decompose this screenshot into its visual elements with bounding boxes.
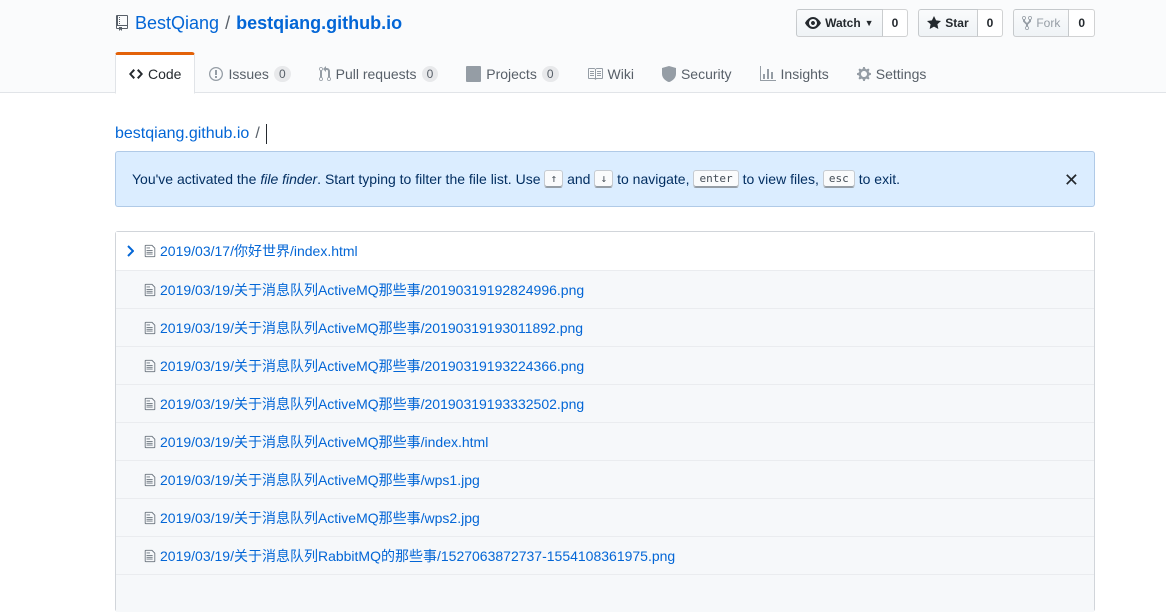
chevron-right-icon xyxy=(116,245,144,257)
key-esc: esc xyxy=(822,170,855,188)
repo-separator: / xyxy=(225,12,231,33)
notice-and: and xyxy=(567,171,591,187)
tab-settings[interactable]: Settings xyxy=(843,52,941,93)
caret-down-icon: ▼ xyxy=(864,18,874,28)
code-icon xyxy=(129,69,143,79)
file-icon xyxy=(144,283,160,297)
project-icon xyxy=(466,65,482,82)
list-item[interactable]: 2019/03/19/关于消息队列ActiveMQ那些事/20190319193… xyxy=(116,346,1094,384)
repo-title: BestQiang / bestqiang.github.io xyxy=(115,11,402,35)
pull-request-icon xyxy=(318,65,331,81)
file-icon xyxy=(144,321,160,335)
list-item[interactable]: 2019/03/19/关于消息队列ActiveMQ那些事/20190319192… xyxy=(116,270,1094,308)
tab-projects-label: Projects xyxy=(486,65,537,82)
list-item[interactable]: 2019/03/17/你好世界/index.html xyxy=(116,232,1094,270)
tab-pull-requests-counter: 0 xyxy=(421,65,439,82)
watch-count[interactable]: 0 xyxy=(882,9,909,37)
file-icon xyxy=(144,359,160,373)
file-icon xyxy=(144,397,160,411)
issue-icon xyxy=(209,66,224,81)
watch-label: Watch xyxy=(825,16,861,30)
key-up: ↑ xyxy=(544,170,564,188)
fork-label: Fork xyxy=(1036,16,1061,30)
file-finder-notice: You've activated the file finder . Start… xyxy=(115,151,1095,207)
notice-file-finder-emphasis: file finder xyxy=(260,171,318,187)
repo-tabs: Code Issues 0 Pull requests 0 Projects 0… xyxy=(115,52,941,94)
notice-text-1: You've activated the xyxy=(132,171,257,187)
tab-settings-label: Settings xyxy=(875,65,927,82)
tab-insights[interactable]: Insights xyxy=(746,52,843,93)
breadcrumb: bestqiang.github.io / xyxy=(115,124,267,144)
file-link[interactable]: 2019/03/19/关于消息队列RabbitMQ的那些事/1527063872… xyxy=(160,546,675,566)
file-link[interactable]: 2019/03/19/关于消息队列ActiveMQ那些事/20190319193… xyxy=(160,394,584,414)
breadcrumb-slash: / xyxy=(255,125,260,142)
star-button[interactable]: Star xyxy=(918,9,978,37)
repo-owner-link[interactable]: BestQiang xyxy=(135,13,219,34)
list-item[interactable]: 2019/03/19/关于消息队列ActiveMQ那些事/wps1.jpg xyxy=(116,460,1094,498)
gear-icon xyxy=(856,66,871,81)
key-enter: enter xyxy=(693,170,739,188)
list-item[interactable]: 2019/03/19/关于消息队列ActiveMQ那些事/index.html xyxy=(116,422,1094,460)
tab-issues-label: Issues xyxy=(228,65,269,82)
list-item[interactable]: 2019/03/19/关于消息队列ActiveMQ那些事/20190319193… xyxy=(116,384,1094,422)
tab-code[interactable]: Code xyxy=(115,52,196,94)
file-link[interactable]: 2019/03/19/关于消息队列ActiveMQ那些事/20190319193… xyxy=(160,318,583,338)
star-group: Star 0 xyxy=(918,9,1004,37)
tab-security-label: Security xyxy=(680,65,732,82)
file-link[interactable]: 2019/03/17/你好世界/index.html xyxy=(160,241,358,261)
file-icon xyxy=(144,473,160,487)
key-down: ↓ xyxy=(594,170,614,188)
fork-icon xyxy=(1022,15,1033,31)
tab-projects[interactable]: Projects 0 xyxy=(452,52,572,93)
tab-issues-counter: 0 xyxy=(273,65,291,82)
repo-name-link[interactable]: bestqiang.github.io xyxy=(236,13,402,34)
book-icon xyxy=(587,67,603,80)
star-count[interactable]: 0 xyxy=(977,9,1004,37)
repo-icon xyxy=(116,15,128,31)
tab-insights-label: Insights xyxy=(780,65,829,82)
tab-wiki[interactable]: Wiki xyxy=(573,52,648,93)
list-item-partial[interactable] xyxy=(116,574,1094,612)
file-link[interactable]: 2019/03/19/关于消息队列ActiveMQ那些事/index.html xyxy=(160,432,488,452)
tab-pull-requests-label: Pull requests xyxy=(335,65,417,82)
graph-icon xyxy=(759,65,776,81)
tab-security[interactable]: Security xyxy=(648,52,746,93)
notice-text-5: to exit. xyxy=(858,171,900,187)
fork-button[interactable]: Fork xyxy=(1013,9,1070,37)
file-icon xyxy=(144,549,160,563)
eye-icon xyxy=(805,17,822,29)
tab-projects-counter: 0 xyxy=(541,65,559,82)
file-link[interactable]: 2019/03/19/关于消息队列ActiveMQ那些事/20190319193… xyxy=(160,356,584,376)
watch-group: Watch ▼ 0 xyxy=(796,9,909,37)
notice-text-3: to navigate, xyxy=(617,171,690,187)
file-icon xyxy=(144,511,160,525)
fork-count[interactable]: 0 xyxy=(1069,9,1095,37)
list-item[interactable]: 2019/03/19/关于消息队列ActiveMQ那些事/wps2.jpg xyxy=(116,498,1094,536)
repo-actions: Watch ▼ 0 Star 0 Fork 0 xyxy=(796,9,1095,37)
watch-button[interactable]: Watch ▼ xyxy=(796,9,883,37)
tab-pull-requests[interactable]: Pull requests 0 xyxy=(305,52,453,93)
file-link[interactable]: 2019/03/19/关于消息队列ActiveMQ那些事/wps2.jpg xyxy=(160,508,480,528)
close-icon[interactable]: ✕ xyxy=(1064,170,1079,191)
fork-group: Fork 0 xyxy=(1013,9,1095,37)
star-label: Star xyxy=(945,16,969,30)
tab-wiki-label: Wiki xyxy=(607,65,634,82)
list-item[interactable]: 2019/03/19/关于消息队列ActiveMQ那些事/20190319193… xyxy=(116,308,1094,346)
star-icon xyxy=(927,16,942,29)
file-icon xyxy=(144,435,160,449)
file-finder-input-cursor[interactable] xyxy=(265,124,267,144)
shield-icon xyxy=(661,65,676,82)
tab-code-label: Code xyxy=(148,66,182,82)
breadcrumb-repo-link[interactable]: bestqiang.github.io xyxy=(115,125,249,143)
notice-text-4: to view files, xyxy=(742,171,819,187)
file-icon xyxy=(144,244,160,258)
file-list: 2019/03/17/你好世界/index.html 2019/03/19/关于… xyxy=(115,231,1095,612)
file-link[interactable]: 2019/03/19/关于消息队列ActiveMQ那些事/20190319192… xyxy=(160,280,584,300)
list-item[interactable]: 2019/03/19/关于消息队列RabbitMQ的那些事/1527063872… xyxy=(116,536,1094,574)
tab-issues[interactable]: Issues 0 xyxy=(195,52,304,93)
repo-header: BestQiang / bestqiang.github.io Watch ▼ … xyxy=(0,0,1166,94)
file-link[interactable]: 2019/03/19/关于消息队列ActiveMQ那些事/wps1.jpg xyxy=(160,470,480,490)
notice-text-2: . Start typing to filter the file list. … xyxy=(317,171,541,187)
